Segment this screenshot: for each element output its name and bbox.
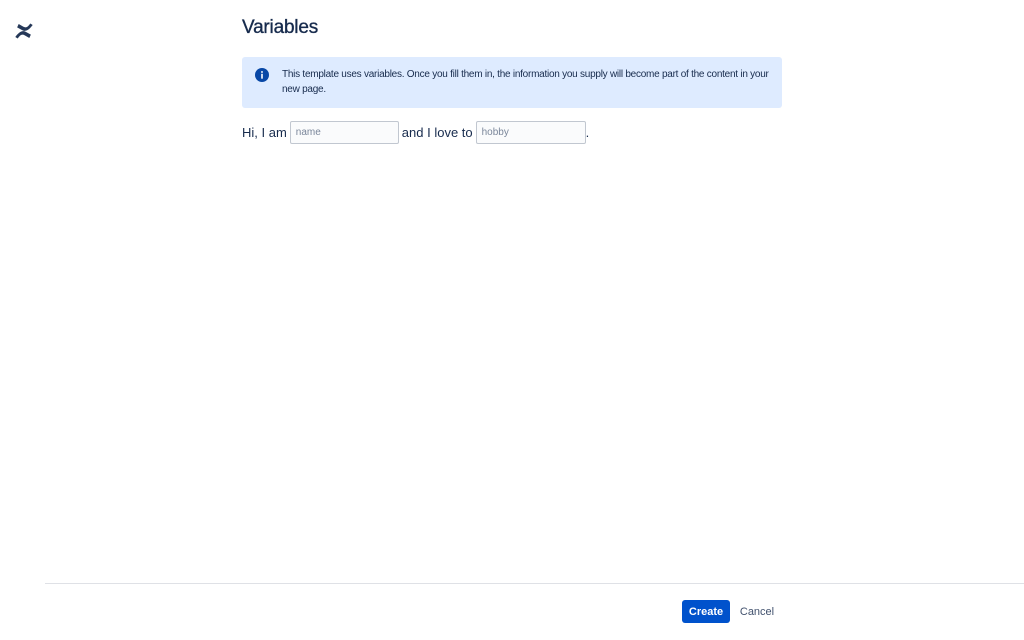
sentence-prefix: Hi, I am xyxy=(242,125,287,140)
sentence-middle: and I love to xyxy=(401,125,473,140)
info-icon xyxy=(255,68,269,82)
sentence-suffix: . xyxy=(585,125,590,140)
hobby-variable-input[interactable] xyxy=(475,121,586,144)
confluence-logo-icon[interactable] xyxy=(13,20,35,42)
name-variable-input[interactable] xyxy=(289,121,399,144)
footer-divider xyxy=(45,583,1024,584)
page-title: Variables xyxy=(242,17,319,38)
template-sentence: Hi, I am and I love to . xyxy=(242,121,589,144)
create-button[interactable]: Create xyxy=(682,600,730,623)
info-message: This template uses variables. Once you f… xyxy=(282,69,769,95)
info-panel: This template uses variables. Once you f… xyxy=(242,57,782,108)
cancel-button[interactable]: Cancel xyxy=(735,600,779,623)
